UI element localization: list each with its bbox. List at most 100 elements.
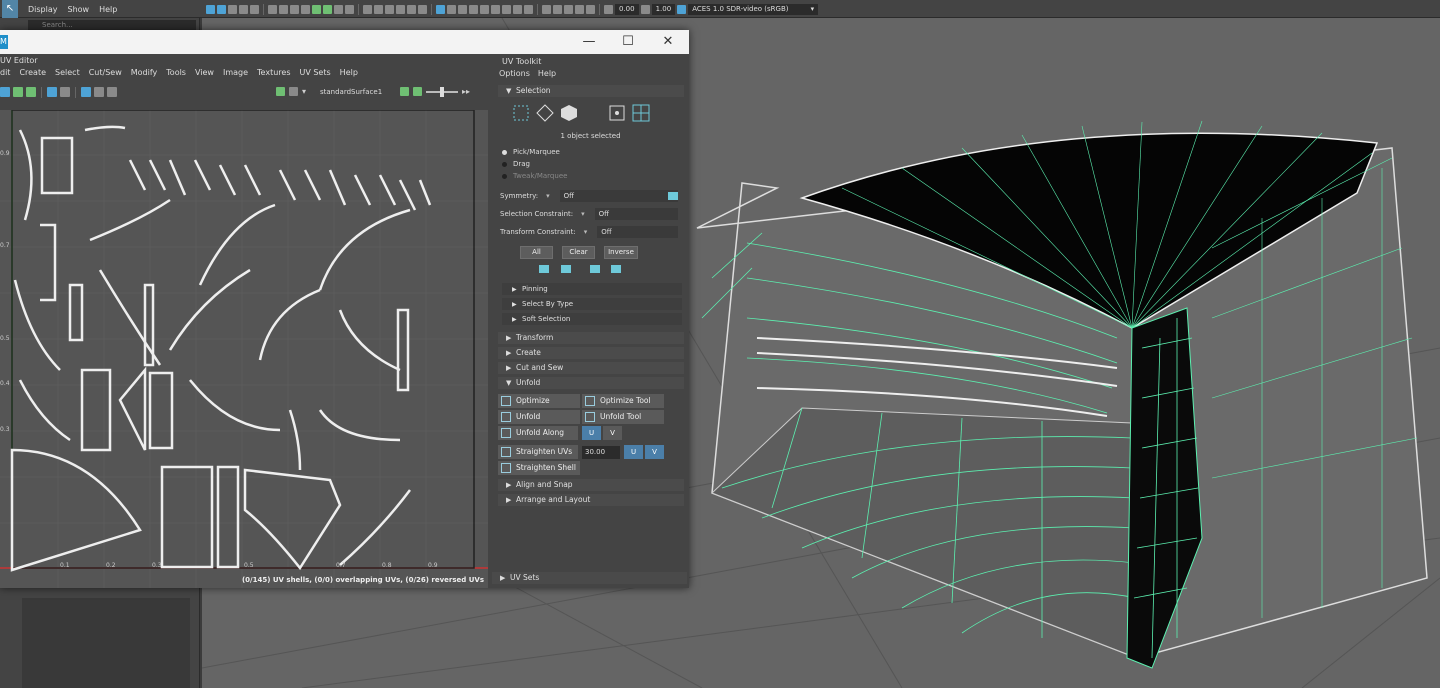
pan-zoom-icon[interactable]: [334, 4, 343, 14]
section-cut-and-sew[interactable]: ▶ Cut and Sew: [498, 362, 684, 374]
menu-modify[interactable]: Modify: [131, 68, 158, 80]
xform-constraint-value[interactable]: Off: [597, 226, 678, 238]
hypershade-icon[interactable]: [586, 4, 595, 14]
outliner-menu-display[interactable]: Display: [28, 5, 58, 14]
color-management-icon[interactable]: [677, 4, 687, 14]
section-transform[interactable]: ▶ Transform: [498, 332, 684, 344]
image-display-icon[interactable]: [276, 87, 285, 96]
xray-joints-icon[interactable]: [458, 4, 467, 14]
default-material-icon[interactable]: [385, 4, 394, 14]
straighten-angle-field[interactable]: 30.00: [582, 446, 620, 459]
gamma-field[interactable]: 1.00: [651, 3, 676, 15]
smooth-shade-icon[interactable]: [374, 4, 383, 14]
straighten-uvs-button[interactable]: Straighten UVs: [498, 445, 578, 459]
minimize-icon[interactable]: —: [575, 34, 603, 50]
safe-title-icon[interactable]: [323, 4, 332, 14]
ipr-icon[interactable]: [575, 4, 584, 14]
unfold-tool-button[interactable]: Unfold Tool: [582, 410, 664, 424]
clear-button[interactable]: Clear: [562, 246, 595, 259]
shell-mode-icon[interactable]: [632, 104, 650, 122]
optimize-tool-button[interactable]: Optimize Tool: [582, 394, 664, 408]
menu-help[interactable]: Help: [538, 69, 556, 78]
menu-image[interactable]: Image: [223, 68, 248, 80]
menu-view[interactable]: View: [195, 68, 214, 80]
color-picker-icon[interactable]: [400, 87, 409, 96]
menu-edit[interactable]: dit: [0, 68, 10, 80]
grease-pencil-icon[interactable]: [345, 4, 354, 14]
checker-pattern-icon[interactable]: [289, 87, 298, 96]
transform-constraint-row[interactable]: Transform Constraint: ▾ Off: [500, 226, 678, 238]
grow-selection-icon[interactable]: [590, 265, 600, 273]
selection-constraint-row[interactable]: Selection Constraint: ▾ Off: [500, 208, 678, 220]
straighten-u-button[interactable]: U: [624, 445, 643, 459]
colorspace-dropdown[interactable]: ACES 1.0 SDR-video (sRGB) ▾: [688, 3, 819, 15]
film-gate-icon[interactable]: [268, 4, 277, 14]
chevron-down-icon[interactable]: ▾: [302, 87, 306, 96]
maximize-icon[interactable]: ☐: [614, 34, 642, 50]
snapshot-icon[interactable]: [107, 87, 117, 97]
select-border-icon[interactable]: [539, 265, 549, 273]
section-pinning[interactable]: ▶ Pinning: [502, 283, 682, 295]
menu-cut-sew[interactable]: Cut/Sew: [89, 68, 122, 80]
camera-attr-icon[interactable]: [217, 4, 226, 14]
straighten-shell-button[interactable]: Straighten Shell: [498, 461, 580, 475]
section-create[interactable]: ▶ Create: [498, 347, 684, 359]
menu-help[interactable]: Help: [340, 68, 358, 80]
menu-textures[interactable]: Textures: [257, 68, 290, 80]
checker-icon[interactable]: [47, 87, 57, 97]
wireframe-on-shaded-icon[interactable]: [396, 4, 405, 14]
bookmark-icon[interactable]: [228, 4, 237, 14]
isolate-select-icon[interactable]: [436, 4, 445, 14]
outliner-menu-show[interactable]: Show: [68, 5, 90, 14]
radio-tweak-marquee[interactable]: Tweak/Marquee: [502, 172, 567, 180]
shadows-icon[interactable]: [480, 4, 489, 14]
shrink-selection-icon[interactable]: [611, 265, 621, 273]
motion-blur-icon[interactable]: [502, 4, 511, 14]
xray-components-icon[interactable]: [469, 4, 478, 14]
use-all-lights-icon[interactable]: [418, 4, 427, 14]
unfold-button[interactable]: Unfold: [498, 410, 580, 424]
symmetry-options-icon[interactable]: [668, 192, 678, 200]
window-titlebar[interactable]: M — ☐ ✕: [0, 30, 689, 54]
render-icon[interactable]: [564, 4, 573, 14]
optimize-button[interactable]: Optimize: [498, 394, 580, 408]
symmetry-row[interactable]: Symmetry: ▾ Off: [500, 190, 678, 202]
anti-aliasing-icon[interactable]: [513, 4, 522, 14]
unfold-along-button[interactable]: Unfold Along: [498, 426, 578, 440]
texture-borders-icon[interactable]: [60, 87, 70, 97]
xray-icon[interactable]: [447, 4, 456, 14]
grid-toggle-icon[interactable]: [81, 87, 91, 97]
vertex-mode-icon[interactable]: [512, 104, 530, 122]
exposure-field[interactable]: 0.00: [615, 3, 639, 15]
unfold-along-v-button[interactable]: V: [603, 426, 622, 440]
menu-uv-sets[interactable]: UV Sets: [299, 68, 330, 80]
image-ratio-icon[interactable]: [413, 87, 422, 96]
gate-mask-icon[interactable]: [290, 4, 299, 14]
section-arrange-and-layout[interactable]: ▶ Arrange and Layout: [498, 494, 684, 506]
edge-mode-icon[interactable]: [536, 104, 554, 122]
section-select-by-type[interactable]: ▶ Select By Type: [502, 298, 682, 310]
depth-of-field-icon[interactable]: [524, 4, 533, 14]
camera-icon[interactable]: [206, 4, 215, 14]
inverse-button[interactable]: Inverse: [604, 246, 638, 259]
radio-drag[interactable]: Drag: [502, 160, 530, 168]
textured-icon[interactable]: [407, 4, 416, 14]
symmetry-value[interactable]: Off: [559, 190, 678, 202]
exposure-icon[interactable]: [604, 4, 613, 14]
gamma-icon[interactable]: [640, 4, 650, 14]
section-align-and-snap[interactable]: ▶ Align and Snap: [498, 479, 684, 491]
outliner-menu-help[interactable]: Help: [99, 5, 117, 14]
face-mode-icon[interactable]: [560, 104, 578, 122]
straighten-v-button[interactable]: V: [645, 445, 664, 459]
uv-mode-icon[interactable]: [608, 104, 626, 122]
unfold-along-u-button[interactable]: U: [582, 426, 601, 440]
close-icon[interactable]: ✕: [654, 34, 682, 50]
image-plane-icon[interactable]: [239, 4, 248, 14]
section-uv-sets[interactable]: ▶ UV Sets: [492, 572, 687, 584]
paint-icon[interactable]: [553, 4, 562, 14]
menu-tools[interactable]: Tools: [166, 68, 186, 80]
pixel-snap-icon[interactable]: [94, 87, 104, 97]
section-unfold[interactable]: ▼ Unfold: [498, 377, 684, 389]
wireframe-icon[interactable]: [363, 4, 372, 14]
grid-icon[interactable]: [250, 4, 259, 14]
